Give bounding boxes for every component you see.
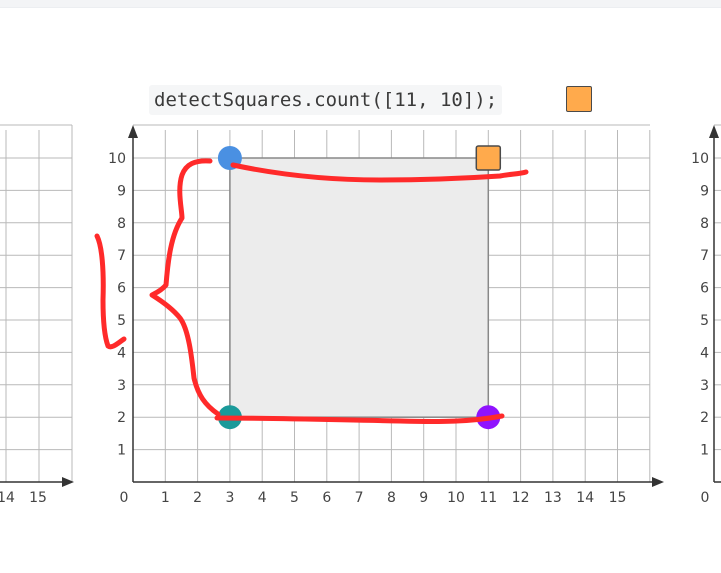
y-tick-label: 5	[700, 313, 709, 329]
x-tick-label: 12	[512, 490, 530, 506]
x-tick-label: 10	[447, 490, 465, 506]
x-tick-label: 8	[387, 490, 396, 506]
y-tick-label: 3	[700, 378, 709, 394]
x-tick-label: 14	[0, 490, 15, 506]
x-tick-label: 11	[479, 490, 497, 506]
x-tick-label: 5	[290, 490, 299, 506]
x-tick-label: 1	[161, 490, 170, 506]
y-tick-label: 2	[117, 410, 126, 426]
x-tick-label: 2	[193, 490, 202, 506]
y-tick-label: 8	[700, 216, 709, 232]
y-tick-label: 9	[117, 183, 126, 199]
origin-label: 0	[701, 490, 710, 506]
y-tick-label: 6	[700, 281, 709, 297]
y-tick-label: 1	[700, 443, 709, 459]
y-tick-label: 4	[117, 345, 126, 361]
x-tick-label: 15	[29, 490, 47, 506]
x-tick-label: 7	[355, 490, 364, 506]
x-tick-label: 9	[419, 490, 428, 506]
y-tick-label: 7	[117, 248, 126, 264]
x-tick-label: 14	[576, 490, 594, 506]
y-tick-label: 3	[117, 378, 126, 394]
x-axis-arrow	[652, 477, 664, 487]
origin-label: 0	[120, 490, 129, 506]
y-tick-label: 2	[700, 410, 709, 426]
y-tick-label: 1	[117, 443, 126, 459]
y-axis-arrow	[709, 125, 719, 138]
x-tick-label: 13	[544, 490, 562, 506]
y-tick-label: 7	[700, 248, 709, 264]
y-tick-label: 10	[108, 151, 126, 167]
y-tick-label: 9	[700, 183, 709, 199]
y-tick-label: 10	[691, 151, 709, 167]
query-point-11-10	[475, 145, 502, 171]
x-tick-label: 15	[609, 490, 627, 506]
coordinate-grids: 14 15 0 1 2 3 4 5 6 7 8 9 10 11 12 13 14 1512345678910 0…	[0, 124, 721, 506]
x-tick-label: 3	[225, 490, 234, 506]
detected-square	[229, 157, 490, 418]
y-tick-label: 8	[117, 216, 126, 232]
y-tick-label: 5	[117, 313, 126, 329]
y-tick-label: 6	[117, 281, 126, 297]
x-tick-label: 6	[322, 490, 331, 506]
y-axis-arrow	[128, 125, 138, 138]
y-tick-label: 4	[700, 345, 709, 361]
right-grid-panel: 0 1 2 3 4 5 6 7 8 9 10	[691, 124, 721, 506]
x-tick-label: 4	[258, 490, 267, 506]
left-grid-panel: 14 15	[0, 124, 74, 506]
